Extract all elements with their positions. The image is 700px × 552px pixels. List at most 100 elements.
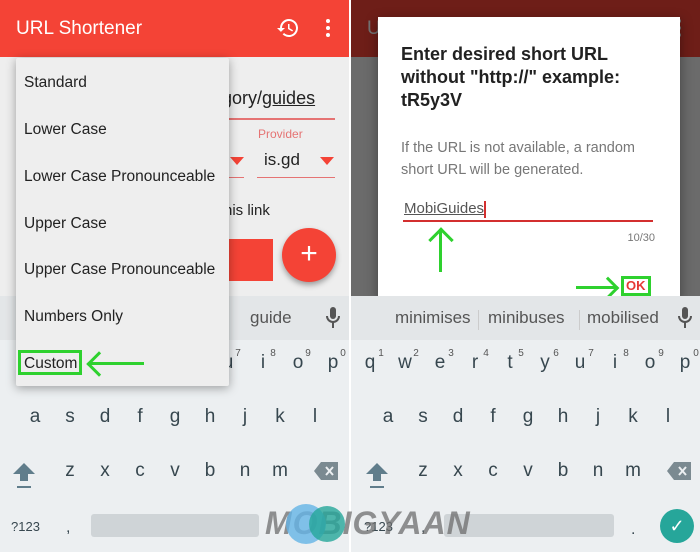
dialog-message: If the URL is not available, a random sh… (401, 140, 636, 178)
symbols-key[interactable]: ?123 (11, 519, 40, 534)
menu-item-lower-case[interactable]: Lower Case (24, 121, 107, 139)
key-k[interactable]: k (618, 406, 648, 428)
left-screen: URL Shortener gory/guides Provider is.gd… (0, 0, 349, 552)
suggestion[interactable]: minimises (395, 308, 471, 328)
spacebar[interactable] (91, 514, 259, 537)
period-key[interactable]: . (631, 521, 635, 539)
short-url-input[interactable]: MobiGuides (404, 200, 486, 218)
key-h[interactable]: h (195, 406, 225, 428)
key-hint: 9 (658, 348, 664, 359)
shift-icon[interactable] (12, 461, 36, 491)
menu-item-upper-case[interactable]: Upper Case (24, 215, 107, 233)
provider-dropdown-arrow-icon[interactable] (320, 157, 334, 165)
key-hint: 0 (693, 348, 699, 359)
key-d[interactable]: d (90, 406, 120, 428)
key-n[interactable]: n (230, 460, 260, 482)
menu-item-standard[interactable]: Standard (24, 74, 87, 92)
key-a[interactable]: a (373, 406, 403, 428)
key-z[interactable]: z (408, 460, 438, 482)
more-vert-icon[interactable] (322, 18, 334, 40)
key-hint: 5 (518, 348, 524, 359)
shift-icon[interactable] (365, 461, 389, 491)
key-hint: 6 (553, 348, 559, 359)
url-field-underline (222, 118, 335, 120)
key-x[interactable]: x (443, 460, 473, 482)
mic-icon[interactable] (326, 307, 340, 329)
char-counter: 10/30 (627, 232, 655, 244)
checkbox-label: his link (224, 202, 270, 219)
key-hint: 7 (588, 348, 594, 359)
key-k[interactable]: k (265, 406, 295, 428)
app-title: URL Shortener (16, 18, 143, 39)
key-hint: 1 (378, 348, 384, 359)
arrow-left-icon (86, 351, 112, 377)
backspace-icon[interactable] (667, 462, 691, 480)
key-v[interactable]: v (513, 460, 543, 482)
key-c[interactable]: c (125, 460, 155, 482)
suggestion[interactable]: guide (250, 308, 292, 328)
key-d[interactable]: d (443, 406, 473, 428)
shorten-button[interactable] (226, 239, 273, 281)
key-l[interactable]: l (300, 406, 330, 428)
text-caret (484, 200, 486, 218)
key-s[interactable]: s (408, 406, 438, 428)
key-h[interactable]: h (548, 406, 578, 428)
suggestion-divider (579, 310, 580, 330)
key-s[interactable]: s (55, 406, 85, 428)
key-g[interactable]: g (160, 406, 190, 428)
key-v[interactable]: v (160, 460, 190, 482)
url-field[interactable]: gory/guides (222, 88, 315, 109)
key-b[interactable]: b (195, 460, 225, 482)
key-j[interactable]: j (583, 406, 613, 428)
key-hint: 2 (413, 348, 419, 359)
menu-item-numbers-only[interactable]: Numbers Only (24, 308, 123, 326)
app-bar: URL Shortener (0, 0, 349, 57)
arrow-up-icon (428, 227, 454, 253)
input-underline (403, 220, 653, 222)
suggestion[interactable]: mobilised (587, 308, 659, 328)
key-i[interactable]: i (248, 352, 278, 374)
input-value: MobiGuides (404, 200, 485, 217)
provider-underline (257, 177, 335, 178)
key-f[interactable]: f (125, 406, 155, 428)
custom-url-dialog: Enter desired short URL without "http://… (378, 17, 680, 300)
type-dropdown-menu: Standard Lower Case Lower Case Pronounce… (16, 58, 229, 386)
key-p[interactable]: p (318, 352, 348, 374)
mic-icon[interactable] (678, 307, 692, 329)
dialog-title: Enter desired short URL without "http://… (401, 44, 621, 110)
key-j[interactable]: j (230, 406, 260, 428)
key-hint: 8 (623, 348, 629, 359)
key-m[interactable]: m (618, 460, 648, 482)
watermark-logo-circle (309, 506, 345, 542)
enter-button[interactable]: ✓ (660, 509, 694, 543)
key-f[interactable]: f (478, 406, 508, 428)
key-m[interactable]: m (265, 460, 295, 482)
add-fab-button[interactable]: + (282, 228, 336, 282)
url-link-text: guides (262, 88, 316, 108)
highlight-box (18, 350, 82, 375)
key-c[interactable]: c (478, 460, 508, 482)
key-g[interactable]: g (513, 406, 543, 428)
key-z[interactable]: z (55, 460, 85, 482)
menu-item-lower-case-pronounceable[interactable]: Lower Case Pronounceable (24, 168, 215, 186)
right-screen: URL Shortener Enter desired short URL wi… (351, 0, 700, 552)
provider-label: Provider (258, 127, 303, 141)
key-l[interactable]: l (653, 406, 683, 428)
provider-select[interactable]: is.gd (264, 150, 300, 170)
backspace-icon[interactable] (314, 462, 338, 480)
ok-button[interactable]: OK (621, 276, 651, 296)
menu-item-upper-case-pronounceable[interactable]: Upper Case Pronounceable (24, 261, 215, 279)
suggestion[interactable]: minibuses (488, 308, 565, 328)
check-icon: ✓ (669, 516, 685, 536)
key-b[interactable]: b (548, 460, 578, 482)
dropdown-arrow-icon[interactable] (230, 157, 244, 165)
key-hint: 4 (483, 348, 489, 359)
history-icon[interactable] (276, 16, 300, 40)
key-x[interactable]: x (90, 460, 120, 482)
key-n[interactable]: n (583, 460, 613, 482)
key-a[interactable]: a (20, 406, 50, 428)
key-o[interactable]: o (283, 352, 313, 374)
suggestion-strip: minimises minibuses mobilised (351, 296, 700, 340)
comma-key[interactable]: , (66, 519, 70, 537)
key-hint: 3 (448, 348, 454, 359)
